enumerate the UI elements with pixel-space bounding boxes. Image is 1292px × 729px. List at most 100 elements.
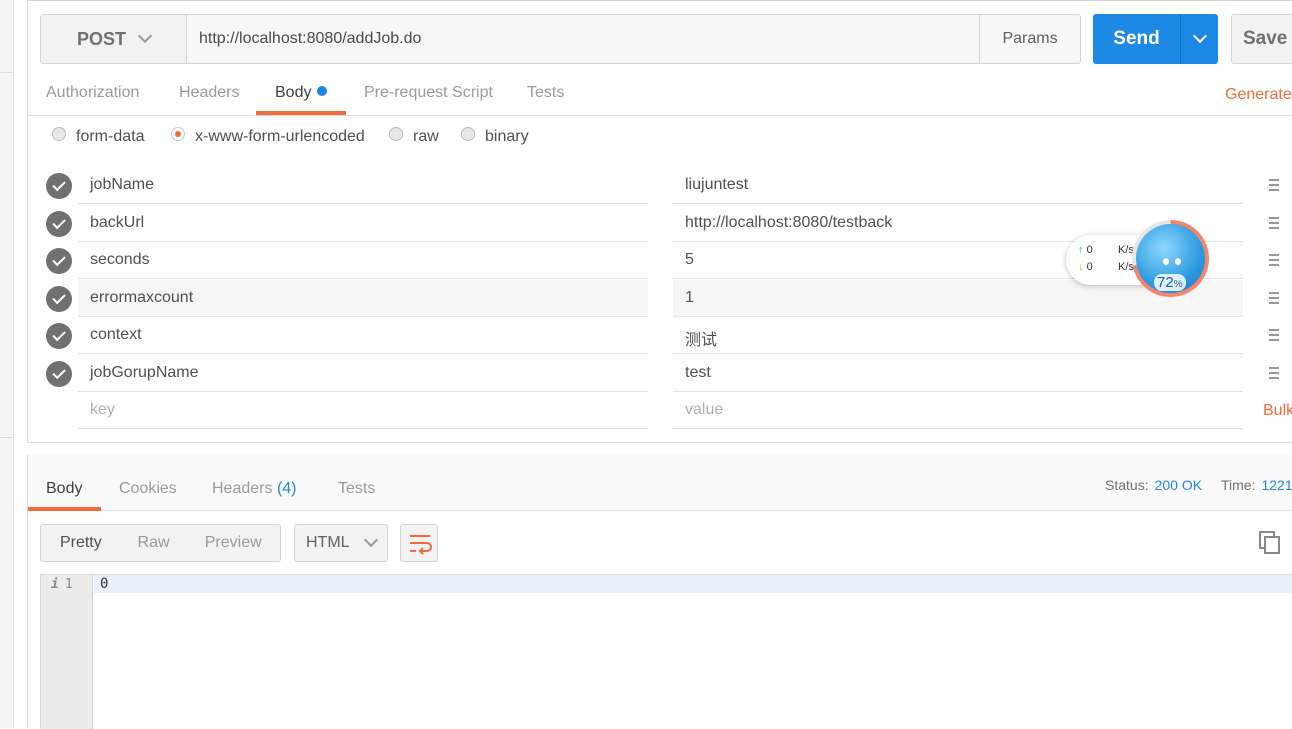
params-button[interactable]: Params (979, 15, 1080, 63)
copy-icon[interactable] (1259, 531, 1281, 555)
radio-urlencoded[interactable]: x-www-form-urlencoded (171, 127, 365, 146)
line-number-value: 1 (64, 577, 73, 592)
request-tabs: Authorization Headers Body Pre-request S… (28, 78, 1292, 116)
drag-handle-icon[interactable] (1269, 367, 1279, 379)
chevron-down-icon (363, 532, 378, 548)
response-editor[interactable]: i1 0 (40, 574, 1292, 729)
send-options-button[interactable] (1180, 14, 1218, 64)
param-row-empty: key value (40, 392, 1292, 429)
code-line: 0 (94, 575, 1292, 593)
param-key-input[interactable]: seconds (78, 242, 648, 279)
time-label: Time: (1221, 477, 1256, 493)
param-value-input[interactable]: value (673, 392, 1243, 429)
url-input[interactable]: http://localhost:8080/addJob.do (187, 15, 979, 63)
radio-button-selected (171, 127, 185, 141)
tab-body[interactable]: Body (275, 84, 328, 102)
radio-raw[interactable]: raw (389, 127, 439, 146)
param-key-input[interactable]: key (78, 392, 648, 429)
param-key-input[interactable]: jobGorupName (78, 355, 648, 392)
checkbox-checked-icon[interactable] (46, 286, 72, 312)
ball-eyes-icon (1161, 258, 1183, 266)
checkbox-checked-icon[interactable] (46, 173, 72, 199)
param-value-input[interactable]: test (673, 355, 1243, 392)
status-value: 200 OK (1154, 477, 1203, 493)
format-pretty-button[interactable]: Pretty (41, 525, 121, 561)
param-key-input[interactable]: backUrl (78, 205, 648, 242)
percent-sign: % (1173, 279, 1183, 290)
tab-response-headers[interactable]: Headers (4) (212, 480, 297, 498)
language-dropdown[interactable]: HTML (294, 524, 388, 562)
drag-handle-icon[interactable] (1269, 292, 1279, 304)
left-sidebar-edge (0, 0, 14, 728)
wrap-lines-button[interactable] (400, 524, 438, 562)
arrow-down-icon: ↓ (1078, 261, 1084, 273)
system-monitor-ball-icon[interactable]: 72% (1132, 220, 1209, 297)
tab-response-tests[interactable]: Tests (338, 480, 375, 498)
divider (0, 437, 14, 438)
checkbox-checked-icon[interactable] (46, 248, 72, 274)
status-label: Status: (1105, 477, 1149, 493)
param-key-input[interactable]: jobName (78, 167, 648, 204)
tab-headers[interactable]: Headers (179, 84, 239, 102)
chevron-down-icon (1192, 28, 1207, 44)
checkbox-checked-icon[interactable] (46, 211, 72, 237)
percent-value: 72 (1157, 274, 1174, 291)
tab-prerequest-script[interactable]: Pre-request Script (364, 84, 493, 102)
line-number: i1 (51, 577, 73, 592)
modified-dot-icon (317, 86, 328, 96)
wrap-lines-icon (410, 535, 432, 555)
drag-handle-icon[interactable] (1269, 217, 1279, 229)
upload-value: 0 (1086, 244, 1093, 256)
method-dropdown[interactable]: POST (41, 15, 187, 63)
drag-handle-icon[interactable] (1269, 179, 1279, 191)
radio-label: binary (485, 128, 529, 145)
response-tabs: Body Cookies Headers (4) Tests (28, 455, 1292, 511)
save-button[interactable]: Save (1231, 14, 1292, 64)
status-readout: Status: 200 OK (1105, 477, 1202, 493)
language-label: HTML (306, 534, 350, 551)
radio-form-data[interactable]: form-data (52, 127, 145, 146)
tab-response-body[interactable]: Body (46, 480, 82, 498)
method-label: POST (76, 28, 126, 49)
format-toggle-group: Pretty Raw Preview (40, 524, 281, 562)
radio-button (461, 127, 475, 141)
drag-handle-icon[interactable] (1269, 254, 1279, 266)
param-key-input[interactable]: errormaxcount (78, 280, 648, 317)
send-label: Send (1113, 28, 1160, 49)
tab-tests[interactable]: Tests (527, 84, 564, 102)
tab-label: Headers (212, 480, 273, 497)
upload-speed: ↑ 0 K/s (1078, 244, 1134, 256)
format-preview-button[interactable]: Preview (186, 525, 280, 561)
bulk-edit-link[interactable]: Bulk (1263, 402, 1292, 420)
format-raw-button[interactable]: Raw (121, 525, 187, 561)
radio-label: raw (413, 128, 439, 145)
checkbox-checked-icon[interactable] (46, 323, 72, 349)
tab-cookies[interactable]: Cookies (119, 480, 177, 498)
tab-authorization[interactable]: Authorization (46, 84, 139, 102)
info-icon: i (51, 577, 59, 592)
radio-button (389, 127, 403, 141)
tab-body-label: Body (275, 84, 312, 101)
checkbox-checked-icon[interactable] (46, 361, 72, 387)
param-key-input[interactable]: context (78, 317, 648, 354)
active-tab-indicator (256, 111, 346, 115)
param-row: context 测试 (40, 317, 1292, 354)
drag-handle-icon[interactable] (1269, 329, 1279, 341)
param-row: jobGorupName test (40, 355, 1292, 392)
arrow-up-icon: ↑ (1078, 244, 1084, 256)
param-value-input[interactable]: liujuntest (673, 167, 1243, 204)
chevron-down-icon (137, 28, 153, 44)
send-button[interactable]: Send (1093, 14, 1218, 64)
active-tab-indicator (28, 507, 101, 511)
ball-face: 72% (1136, 224, 1205, 293)
radio-binary[interactable]: binary (461, 127, 529, 146)
divider (0, 72, 14, 73)
radio-button (52, 127, 66, 141)
param-row: jobName liujuntest (40, 167, 1292, 204)
param-value-input[interactable]: 测试 (673, 317, 1243, 354)
headers-count-badge: (4) (276, 480, 297, 497)
time-readout: Time: 1221 (1221, 477, 1292, 493)
radio-label: x-www-form-urlencoded (195, 128, 365, 145)
generate-code-link[interactable]: Generate (1225, 86, 1292, 104)
radio-label: form-data (76, 128, 145, 145)
